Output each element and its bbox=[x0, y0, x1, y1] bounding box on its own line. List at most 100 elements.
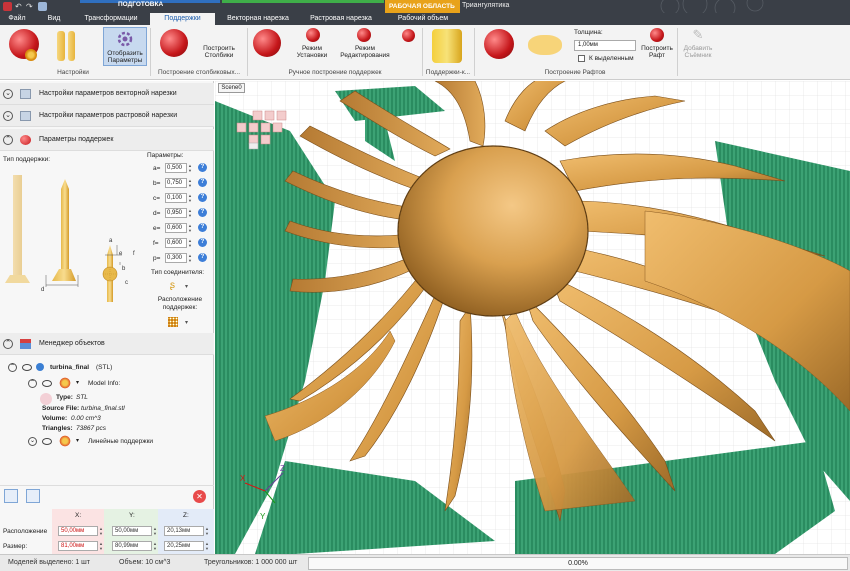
param-a: a= 0,500 ▲ ▼ ? bbox=[153, 163, 208, 174]
select-all-icon[interactable] bbox=[4, 489, 18, 503]
object-name[interactable]: turbina_final bbox=[50, 364, 89, 371]
chevron-down-icon[interactable]: ▾ bbox=[185, 283, 188, 290]
chevron-down-icon[interactable]: ▾ bbox=[76, 379, 79, 386]
collapse-icon[interactable]: ⌃ bbox=[28, 379, 37, 388]
position-x-input[interactable]: 50,00мм bbox=[58, 526, 98, 536]
tab-view[interactable]: Вид bbox=[40, 13, 68, 25]
help-icon[interactable]: ? bbox=[198, 208, 207, 217]
manual-support-icon[interactable] bbox=[253, 29, 281, 57]
undo-icon[interactable]: ↶ bbox=[15, 2, 24, 11]
raft-shape-icon[interactable] bbox=[528, 35, 562, 55]
spinner-icon[interactable]: ▲ ▼ bbox=[188, 193, 193, 203]
size-y-input[interactable]: 80,99мм bbox=[112, 541, 152, 551]
tab-transformations[interactable]: Трансформации bbox=[80, 13, 142, 25]
tab-work-volume[interactable]: Рабочий объем bbox=[388, 13, 458, 25]
scene-tab[interactable]: Scene0 bbox=[218, 83, 245, 93]
expand-icon[interactable]: ⌄ bbox=[3, 89, 13, 99]
param-a-input[interactable]: 0,500 bbox=[165, 163, 187, 173]
collapse-icon[interactable]: ⌃ bbox=[3, 339, 13, 349]
spinner-icon[interactable]: ▲ ▼ bbox=[188, 238, 193, 248]
tab-raster-slicing[interactable]: Растровая нарезка bbox=[305, 13, 377, 25]
size-z-input[interactable]: 20,25мм bbox=[164, 541, 204, 551]
status-bar: Моделей выделено: 1 шт Объем: 10 см^3 Тр… bbox=[0, 554, 850, 571]
support-params-icon bbox=[20, 135, 31, 145]
turbine-scene[interactable]: Z X Y bbox=[215, 81, 850, 554]
spinner-icon[interactable]: ▲ ▼ bbox=[188, 178, 193, 188]
spinner-icon[interactable]: ▲ ▼ bbox=[188, 223, 193, 233]
linear-supports-label[interactable]: Линейные поддержки bbox=[88, 438, 153, 445]
param-p-input[interactable]: 0,300 bbox=[165, 253, 187, 263]
spinner-icon[interactable]: ▲ ▼ bbox=[205, 526, 210, 536]
spinner-icon[interactable]: ▲ ▼ bbox=[188, 253, 193, 263]
position-y-input[interactable]: 50,00мм bbox=[112, 526, 152, 536]
build-pillars-button[interactable]: Построить Столбики bbox=[196, 45, 242, 59]
redo-icon[interactable]: ↷ bbox=[26, 2, 35, 11]
help-icon[interactable]: ? bbox=[198, 178, 207, 187]
help-icon[interactable]: ? bbox=[198, 253, 207, 262]
collapse-icon[interactable]: ⌃ bbox=[3, 135, 13, 145]
show-params-button[interactable]: Отобразить Параметры bbox=[103, 27, 147, 66]
help-icon[interactable]: ? bbox=[198, 238, 207, 247]
pillar-icon[interactable] bbox=[57, 31, 65, 61]
group-label-settings: Настройки bbox=[57, 69, 89, 76]
install-mode-button[interactable]: Режим Установки bbox=[290, 45, 334, 59]
help-icon[interactable]: ? bbox=[198, 193, 207, 202]
thickness-input[interactable]: 1,00мм bbox=[574, 40, 636, 51]
edit-mode-button[interactable]: Режим Редактирования bbox=[338, 45, 392, 59]
vector-icon bbox=[20, 89, 31, 99]
raft-icon[interactable] bbox=[484, 29, 514, 59]
pillar-supports-icon[interactable] bbox=[160, 29, 188, 57]
delete-icon[interactable]: ✕ bbox=[193, 490, 206, 503]
support-point-icon[interactable] bbox=[402, 29, 415, 42]
vector-settings-section[interactable]: ⌄ Настройки параметров векторной нарезки bbox=[0, 83, 214, 105]
support-diagram: d e a b c f bbox=[5, 175, 135, 302]
spinner-icon[interactable]: ▲ ▼ bbox=[99, 541, 104, 551]
spinner-icon[interactable]: ▲ ▼ bbox=[188, 163, 193, 173]
spinner-icon[interactable]: ▲ ▼ bbox=[205, 541, 210, 551]
object-manager-section[interactable]: ⌃ Менеджер объектов bbox=[0, 333, 214, 355]
raster-settings-section[interactable]: ⌄ Настройки параметров растровой нарезки bbox=[0, 105, 214, 127]
group-icon[interactable] bbox=[26, 489, 40, 503]
spinner-icon[interactable]: ▲ ▼ bbox=[153, 526, 158, 536]
connector-zigzag-icon[interactable]: ʂ bbox=[170, 280, 180, 292]
param-d-input[interactable]: 0,950 bbox=[165, 208, 187, 218]
eye-icon[interactable] bbox=[42, 380, 52, 387]
tab-vector-slicing[interactable]: Векторная нарезка bbox=[222, 13, 294, 25]
spinner-icon[interactable]: ▲ ▼ bbox=[153, 541, 158, 551]
support-cylinder-icon[interactable] bbox=[432, 29, 462, 63]
param-d: d= 0,950 ▲ ▼ ? bbox=[153, 208, 208, 219]
expand-icon[interactable]: ⌄ bbox=[28, 437, 37, 446]
3d-viewport[interactable]: Z X Y bbox=[215, 81, 850, 554]
tab-file[interactable]: Файл bbox=[3, 13, 31, 25]
size-x-input[interactable]: 81,00мм bbox=[58, 541, 98, 551]
help-icon[interactable]: ? bbox=[198, 163, 207, 172]
spinner-icon[interactable]: ▲ ▼ bbox=[99, 526, 104, 536]
grid-placement-icon[interactable] bbox=[168, 317, 178, 327]
flag-icon[interactable] bbox=[38, 2, 47, 11]
to-selected-checkbox[interactable] bbox=[578, 55, 585, 62]
add-removable-button[interactable]: Добавить Съёмник bbox=[680, 45, 716, 59]
eye-icon[interactable] bbox=[22, 364, 32, 371]
support-params-label: Параметры поддержек bbox=[39, 136, 114, 143]
expand-icon[interactable]: ⌄ bbox=[3, 111, 13, 121]
collapse-icon[interactable]: ⌃ bbox=[8, 363, 17, 372]
chevron-down-icon[interactable]: ▾ bbox=[185, 319, 188, 326]
app-logo-icon bbox=[3, 2, 12, 11]
pillar-thin-icon[interactable] bbox=[68, 31, 75, 61]
to-selected-label: К выделенным bbox=[589, 55, 634, 62]
chevron-down-icon[interactable]: ▾ bbox=[76, 437, 79, 444]
check-icon[interactable] bbox=[36, 363, 44, 371]
build-raft-button[interactable]: Построить Рафт bbox=[637, 45, 677, 59]
eye-icon[interactable] bbox=[42, 438, 52, 445]
param-e-input[interactable]: 0,600 bbox=[165, 223, 187, 233]
support-params-section[interactable]: ⌃ Параметры поддержек bbox=[0, 129, 214, 151]
position-z-input[interactable]: 20,13мм bbox=[164, 526, 204, 536]
progress-bar: 0.00% bbox=[308, 557, 848, 570]
param-f-input[interactable]: 0,600 bbox=[165, 238, 187, 248]
help-icon[interactable]: ? bbox=[198, 223, 207, 232]
param-c-input[interactable]: 0,100 bbox=[165, 193, 187, 203]
info-type-label: Type: bbox=[56, 394, 73, 401]
spinner-icon[interactable]: ▲ ▼ bbox=[188, 208, 193, 218]
tab-supports[interactable]: Поддержки bbox=[150, 13, 215, 25]
param-b-input[interactable]: 0,750 bbox=[165, 178, 187, 188]
